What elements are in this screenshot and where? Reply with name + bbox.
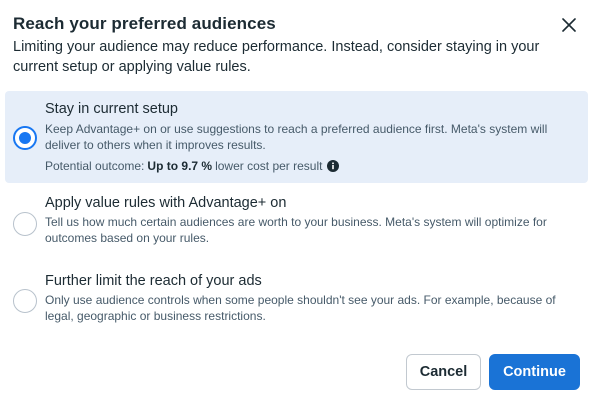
info-icon[interactable] — [327, 160, 340, 172]
option-description: Keep Advantage+ on or use suggestions to… — [45, 122, 548, 152]
option-stay-current-setup[interactable]: Stay in current setup Keep Advantage+ on… — [5, 91, 588, 183]
radio-selected-dot — [19, 132, 31, 144]
option-title: Apply value rules with Advantage+ on — [45, 195, 287, 211]
option-title: Stay in current setup — [45, 101, 178, 117]
close-button[interactable] — [558, 14, 580, 36]
close-icon — [562, 18, 576, 32]
dialog-title: Reach your preferred audiences — [13, 14, 276, 33]
outcome-prefix: Potential outcome: — [45, 159, 145, 173]
option-description: Only use audience controls when some peo… — [45, 293, 556, 323]
potential-outcome: Potential outcome: Up to 9.7 % lower cos… — [45, 159, 340, 173]
option-apply-value-rules[interactable]: Apply value rules with Advantage+ on Tel… — [5, 187, 588, 259]
reach-audiences-dialog: Reach your preferred audiences Limiting … — [0, 0, 592, 408]
radio-stay-current-setup[interactable] — [13, 126, 37, 150]
radio-further-limit-reach[interactable] — [13, 289, 37, 313]
option-description: Tell us how much certain audiences are w… — [45, 215, 547, 245]
dialog-subtitle: Limiting your audience may reduce perfor… — [13, 39, 540, 75]
option-further-limit-reach[interactable]: Further limit the reach of your ads Only… — [5, 265, 588, 337]
outcome-highlight: Up to 9.7 % — [147, 159, 213, 173]
option-title: Further limit the reach of your ads — [45, 273, 262, 289]
continue-button[interactable]: Continue — [489, 354, 580, 390]
radio-apply-value-rules[interactable] — [13, 212, 37, 236]
cancel-button[interactable]: Cancel — [406, 354, 481, 390]
outcome-suffix: lower cost per result — [215, 159, 323, 173]
